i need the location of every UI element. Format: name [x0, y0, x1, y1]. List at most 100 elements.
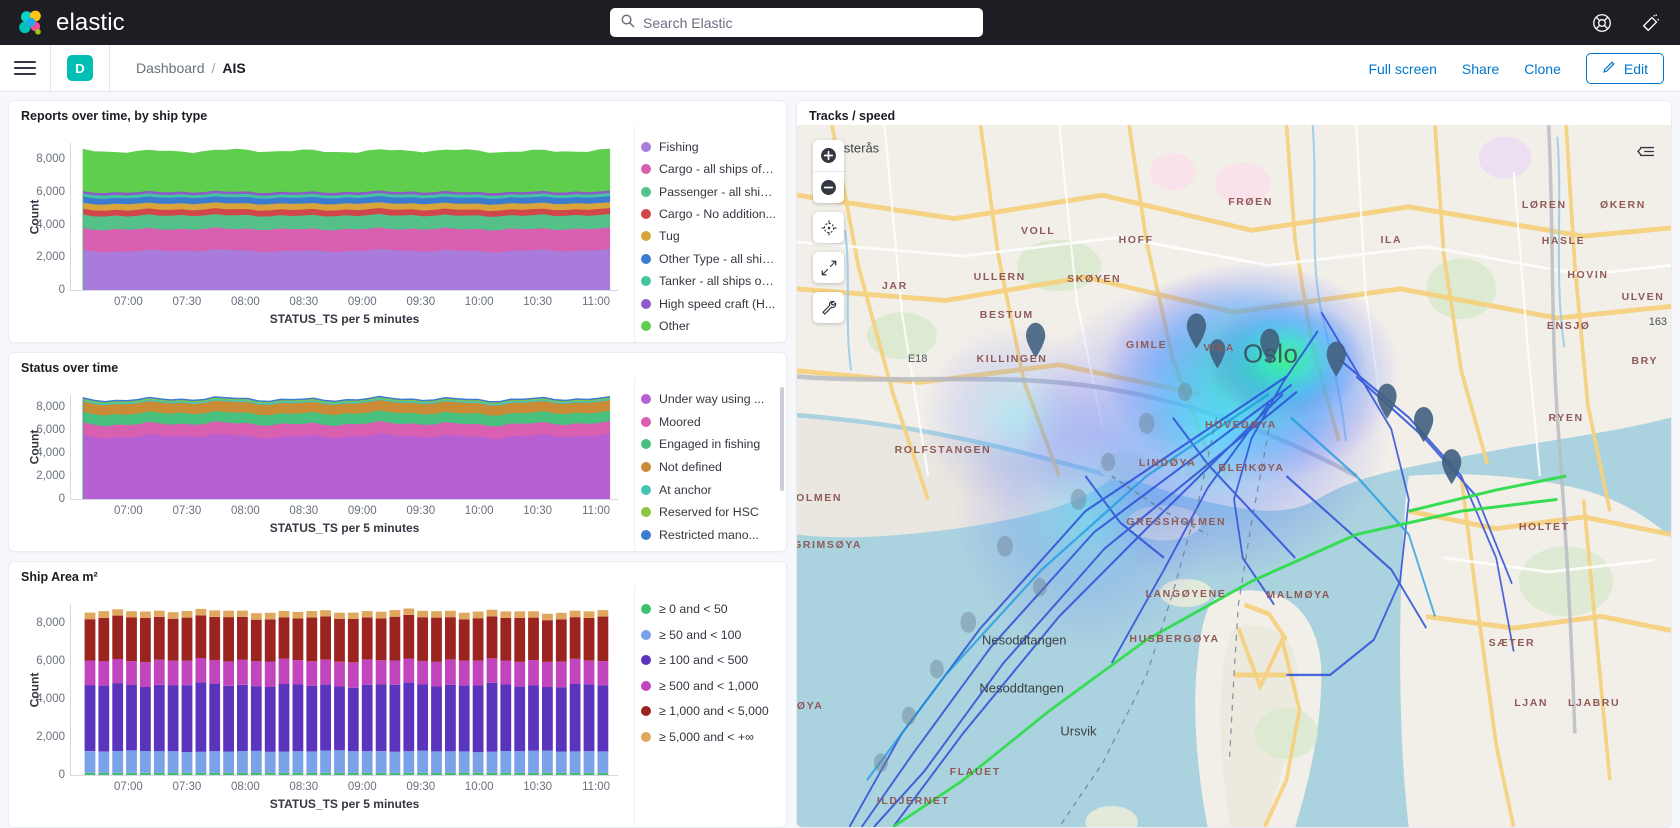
zoom-in-button[interactable] [813, 140, 844, 171]
bar-segment [555, 687, 567, 752]
chart-status-over-time[interactable]: Count 0 2,000 4,000 6,000 8,000 07:00 07:30 08:0… [9, 377, 634, 551]
bar-segment [597, 772, 609, 775]
bar-segment [486, 658, 498, 683]
legend-item[interactable]: Cargo - No addition... [641, 204, 786, 223]
bar-segment [126, 685, 137, 751]
bar-segment [583, 751, 595, 773]
series-layer [84, 608, 609, 775]
legend-item[interactable]: ≥ 100 and < 500 [641, 649, 786, 672]
legend-item[interactable]: ≥ 1,000 and < 5,000 [641, 700, 786, 723]
legend-item[interactable]: Other Type - all ship... [641, 249, 786, 268]
bar-segment [84, 772, 96, 775]
bar-segment [278, 610, 290, 618]
bar-segment [264, 772, 276, 775]
bar-segment [223, 610, 234, 618]
global-search[interactable] [610, 8, 983, 37]
legend-scrollbar[interactable] [780, 387, 784, 491]
legend-item[interactable]: ≥ 50 and < 100 [641, 624, 786, 647]
legend-item[interactable]: ≥ 5,000 and < +∞ [641, 726, 786, 749]
x-axis-tick: 08:00 [230, 296, 260, 308]
x-axis-tick: 09:30 [406, 296, 436, 308]
x-axis-tick: 10:00 [464, 781, 494, 793]
zoom-out-button[interactable] [813, 172, 844, 203]
legend-item[interactable]: ≥ 500 and < 1,000 [641, 675, 786, 698]
legend-item[interactable]: High speed craft (H... [641, 294, 786, 313]
plot-area[interactable]: 0 2,000 4,000 6,000 8,000 07:00 07:30 08:00 08:3… [36, 604, 618, 811]
legend-color-dot [641, 731, 651, 742]
bar-segment [195, 615, 207, 659]
bar-segment [153, 659, 165, 685]
x-axis-tick: 08:30 [289, 296, 319, 308]
y-axis-tick: 4,000 [36, 218, 65, 231]
bar-segment [181, 617, 193, 661]
announcements-icon[interactable] [1640, 12, 1662, 34]
legend-item-label: Moored [659, 414, 701, 429]
bar-segment [458, 612, 470, 620]
legend-item[interactable]: ≥ 0 and < 50 [641, 598, 786, 621]
bar-segment [431, 751, 442, 773]
help-icon[interactable] [1591, 12, 1613, 34]
bar-segment [431, 611, 442, 618]
wrench-icon[interactable] [813, 292, 844, 323]
x-axis-tick: 09:30 [406, 781, 436, 793]
legend-item[interactable]: Cargo - all ships of t... [641, 159, 786, 178]
bar-segment [209, 751, 221, 773]
bar-segment [417, 660, 428, 685]
bar-segment [472, 772, 484, 775]
legend-item[interactable]: Under way using ... [641, 389, 786, 409]
x-axis-line [70, 290, 618, 291]
legend-item[interactable]: Moored [641, 412, 786, 432]
panel-body: Count 0 2,000 4,000 6,000 8,000 07:00 07:30 08:0… [9, 377, 786, 551]
bar-segment [375, 772, 387, 775]
bar-segment [320, 684, 331, 751]
app-badge[interactable]: D [67, 55, 93, 81]
legend-item[interactable]: Not defined [641, 457, 786, 477]
legend-item[interactable]: Engaged in fishing [641, 434, 786, 454]
search-input[interactable] [643, 14, 973, 31]
legend-item[interactable]: Fishing [641, 137, 786, 156]
clone-button[interactable]: Clone [1524, 61, 1561, 77]
legend-item-label: ≥ 1,000 and < 5,000 [659, 704, 769, 719]
bar-segment [84, 660, 96, 686]
share-button[interactable]: Share [1462, 61, 1499, 77]
breadcrumb-dashboard[interactable]: Dashboard [136, 60, 205, 76]
bar-segment [264, 661, 276, 687]
collapse-legend-button[interactable] [1631, 139, 1659, 163]
elastic-brand[interactable]: elastic [0, 9, 125, 37]
full-screen-button[interactable]: Full screen [1368, 61, 1436, 77]
bar-segment [403, 614, 415, 659]
legend-color-dot [641, 209, 651, 220]
fullscreen-button[interactable] [813, 252, 844, 283]
bar-segment [320, 750, 331, 773]
plot-area[interactable]: 0 2,000 4,000 6,000 8,000 07:00 07:30 08:00 08:3… [36, 395, 618, 535]
legend-item[interactable]: Tanker - all ships of ... [641, 272, 786, 291]
legend-color-dot [641, 298, 651, 309]
bar-segment [569, 658, 581, 684]
plot-area[interactable]: 0 2,000 4,000 6,000 8,000 07:00 07:30 08:00 08:3… [36, 143, 618, 326]
bar-segment [237, 659, 248, 685]
bar-segment [112, 615, 124, 659]
legend-item[interactable]: Reserved for HSC [641, 503, 786, 523]
chart-reports-over-time[interactable]: Count 0 2,000 4,000 6,000 8,000 07:00 07:30 08:0… [9, 125, 634, 342]
legend-item[interactable]: Tug [641, 227, 786, 246]
chart-ship-area[interactable]: Count 0 2,000 4,000 6,000 8,000 07:00 07:30 08:0… [9, 586, 634, 827]
legend-item[interactable]: Restricted mano... [641, 525, 786, 545]
edit-button[interactable]: Edit [1585, 53, 1664, 84]
fit-to-data-button[interactable] [813, 212, 844, 243]
legend-color-dot [641, 462, 651, 473]
bar-segment [140, 617, 151, 663]
bar-segment [375, 618, 387, 661]
bar-segment [514, 617, 526, 662]
legend-color-dot [641, 416, 651, 427]
bar-segment [320, 659, 331, 685]
bar-segment [500, 684, 512, 751]
bar-segment [237, 684, 248, 751]
bar-segment [542, 613, 553, 621]
bar-segment [431, 686, 442, 752]
legend-item[interactable]: At anchor [641, 480, 786, 500]
menu-toggle-button[interactable] [14, 61, 36, 75]
map-canvas[interactable]: Østerås FRØEN VOLL HOFF ILA LØREN ØKERN HASLE UL… [797, 125, 1671, 827]
bar-segment [264, 612, 276, 620]
legend-item[interactable]: Passenger - all ship... [641, 182, 786, 201]
legend-item[interactable]: Other [641, 317, 786, 336]
